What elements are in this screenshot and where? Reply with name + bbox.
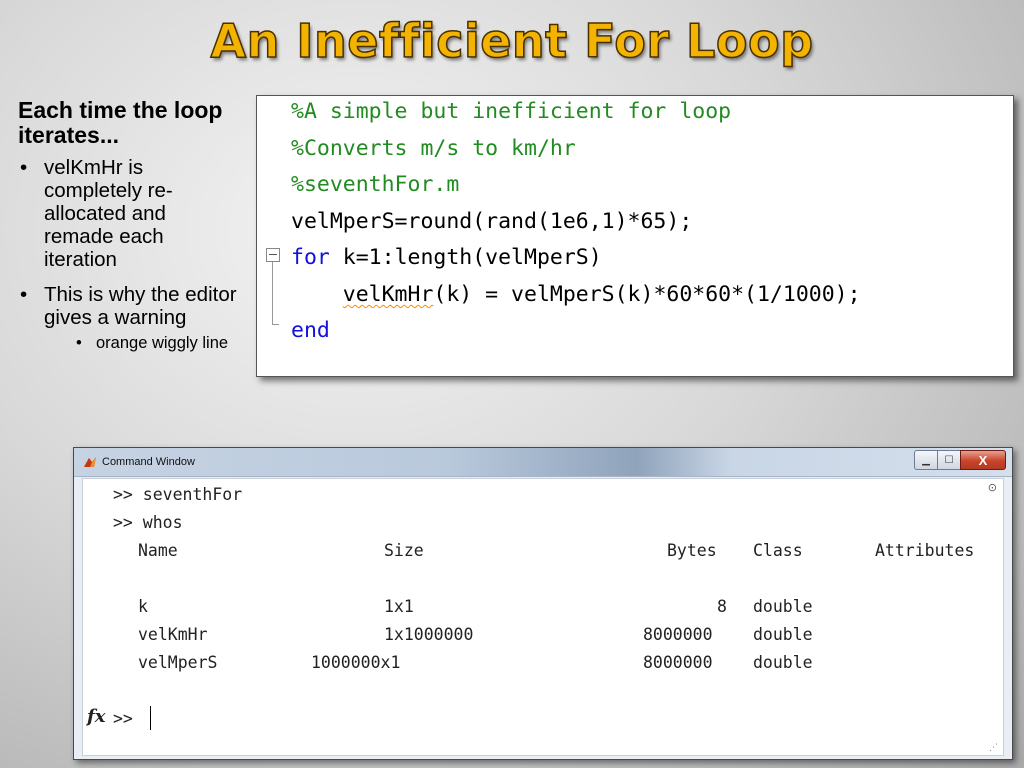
whos-cell-name: velMperS (138, 653, 218, 672)
command-window-titlebar[interactable]: Command Window ▁ ☐ X (74, 448, 1012, 477)
whos-cell-size: 1000000x1 (311, 653, 401, 672)
whos-cell-name: k (138, 597, 148, 616)
command-window: Command Window ▁ ☐ X ⊙ >> seventhFor >> … (73, 447, 1013, 760)
scroll-down-icon[interactable]: ⊙ (988, 481, 997, 494)
whos-cell-bytes: 8000000 (643, 625, 713, 644)
bullet-list: velKmHr is completely re-allocated and r… (18, 156, 240, 352)
whos-header-bytes: Bytes (667, 541, 717, 560)
bullet-item: This is why the editor gives a warning (18, 283, 240, 329)
whos-cell-class: double (753, 625, 813, 644)
whos-header-size: Size (384, 541, 424, 560)
command-window-title: Command Window (102, 456, 195, 468)
matlab-logo-icon (84, 457, 96, 467)
minimize-button[interactable]: ▁ (914, 450, 937, 470)
resize-grip-icon[interactable]: ⋰ (989, 742, 998, 753)
code-line[interactable]: velMperS=round(rand(1e6,1)*65); (291, 209, 692, 235)
whos-header-attributes: Attributes (875, 541, 975, 560)
close-button[interactable]: X (960, 450, 1006, 470)
command-console[interactable]: ⊙ >> seventhFor >> whos Name Size Bytes … (82, 478, 1004, 756)
code-fold-guide-end (272, 324, 279, 325)
code-editor[interactable]: %A simple but inefficient for loop %Conv… (256, 95, 1014, 377)
code-comment-line[interactable]: %A simple but inefficient for loop (291, 99, 731, 125)
window-controls: ▁ ☐ X (914, 450, 1006, 470)
bullet-heading: Each time the loop iterates... (18, 97, 223, 148)
whos-cell-class: double (753, 597, 813, 616)
code-line-body[interactable]: velKmHr(k) = velMperS(k)*60*60*(1/1000); (291, 282, 861, 308)
code-text: (k) = velMperS(k)*60*60*(1/1000); (433, 282, 861, 307)
command-input-caret[interactable] (150, 706, 151, 730)
code-fold-guide (272, 262, 273, 324)
code-line-for[interactable]: for k=1:length(velMperS) (291, 245, 602, 271)
whos-header-class: Class (753, 541, 803, 560)
warning-underlined-variable[interactable]: velKmHr (343, 282, 434, 307)
keyword-end[interactable]: end (291, 318, 330, 344)
code-fold-toggle-icon[interactable] (266, 248, 280, 262)
whos-cell-bytes: 8 (717, 597, 727, 616)
code-text: k=1:length(velMperS) (329, 245, 602, 270)
whos-cell-size: 1x1000000 (384, 625, 474, 644)
whos-cell-class: double (753, 653, 813, 672)
sub-bullet-item: orange wiggly line (18, 335, 240, 353)
command-prompt: >> (113, 709, 133, 728)
keyword-for: for (291, 245, 330, 270)
bullet-item: velKmHr is completely re-allocated and r… (18, 156, 240, 271)
function-browser-icon[interactable]: fx (87, 706, 105, 727)
whos-cell-bytes: 8000000 (643, 653, 713, 672)
whos-header-name: Name (138, 541, 178, 560)
maximize-button[interactable]: ☐ (937, 450, 960, 470)
code-comment-line[interactable]: %seventhFor.m (291, 172, 459, 198)
whos-cell-size: 1x1 (384, 597, 414, 616)
bullet-panel: Each time the loop iterates... velKmHr i… (18, 97, 240, 353)
console-command: >> seventhFor (113, 485, 243, 504)
code-comment-line[interactable]: %Converts m/s to km/hr (291, 136, 576, 162)
whos-cell-name: velKmHr (138, 625, 208, 644)
console-command: >> whos (113, 513, 183, 532)
slide-title: An Inefficient For Loop (210, 13, 814, 69)
